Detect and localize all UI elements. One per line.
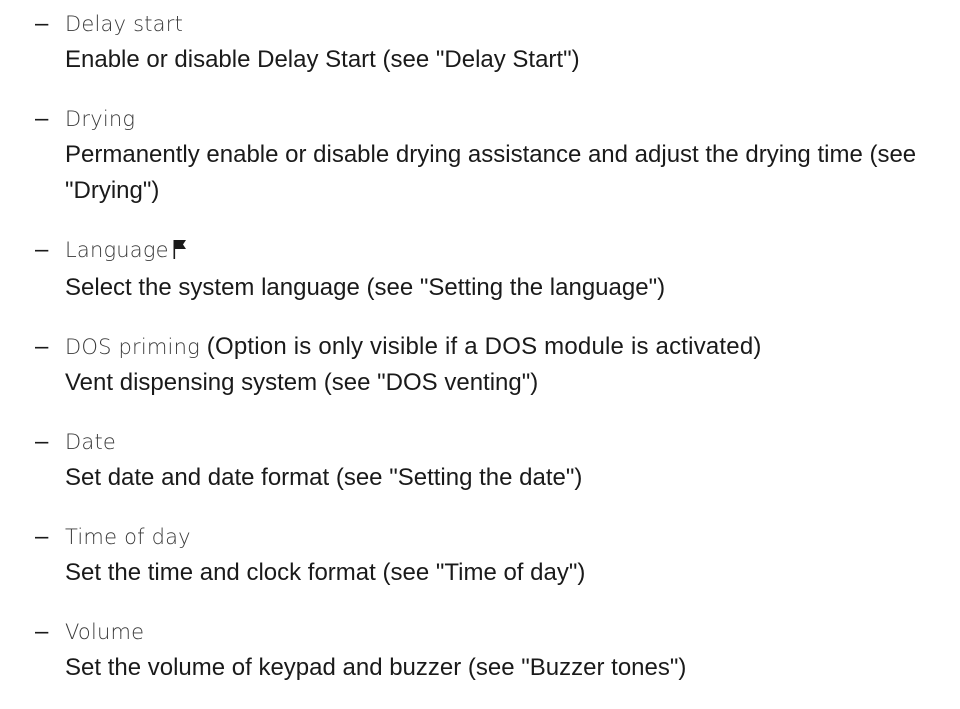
list-item-dos-priming: – DOS priming (Option is only visible if… (35, 329, 955, 401)
item-description: Enable or disable Delay Start (see "Dela… (65, 46, 580, 73)
item-description: Vent dispensing system (see "DOS venting… (65, 369, 539, 396)
item-term: Date (65, 430, 116, 454)
item-term: Language (65, 238, 169, 262)
item-term-note: (Option is only visible if a DOS module … (199, 333, 762, 360)
settings-list: – Delay start Enable or disable Delay St… (35, 6, 955, 709)
list-dash: – (35, 10, 49, 37)
list-item-drying: – Drying Permanently enable or disable d… (35, 101, 955, 209)
list-item-date: – Date Set date and date format (see "Se… (35, 424, 955, 496)
list-item-time-of-day: – Time of day Set the time and clock for… (35, 519, 955, 591)
item-description: Set the volume of keypad and buzzer (see… (65, 654, 687, 681)
item-term: Delay start (65, 12, 184, 36)
list-item-delay-start: – Delay start Enable or disable Delay St… (35, 6, 955, 78)
list-dash: – (35, 428, 49, 455)
list-dash: – (35, 333, 49, 360)
item-description: Permanently enable or disable drying ass… (65, 141, 917, 204)
item-term-row: Language (65, 232, 955, 270)
item-term-row: DOS priming (Option is only visible if a… (65, 329, 955, 365)
list-dash: – (35, 618, 49, 645)
list-dash: – (35, 105, 49, 132)
item-description: Set the time and clock format (see "Time… (65, 559, 586, 586)
item-term: Time of day (65, 525, 191, 549)
list-dash: – (35, 236, 49, 263)
item-term: DOS priming (65, 335, 200, 359)
item-description: Select the system language (see "Setting… (65, 274, 666, 301)
item-term: Drying (65, 107, 136, 131)
item-description: Set date and date format (see "Setting t… (65, 464, 583, 491)
list-item-language: – Language Select the system language (s… (35, 232, 955, 306)
flag-icon (173, 234, 187, 270)
list-dash: – (35, 523, 49, 550)
list-item-volume: – Volume Set the volume of keypad and bu… (35, 614, 955, 686)
item-term: Volume (65, 620, 145, 644)
